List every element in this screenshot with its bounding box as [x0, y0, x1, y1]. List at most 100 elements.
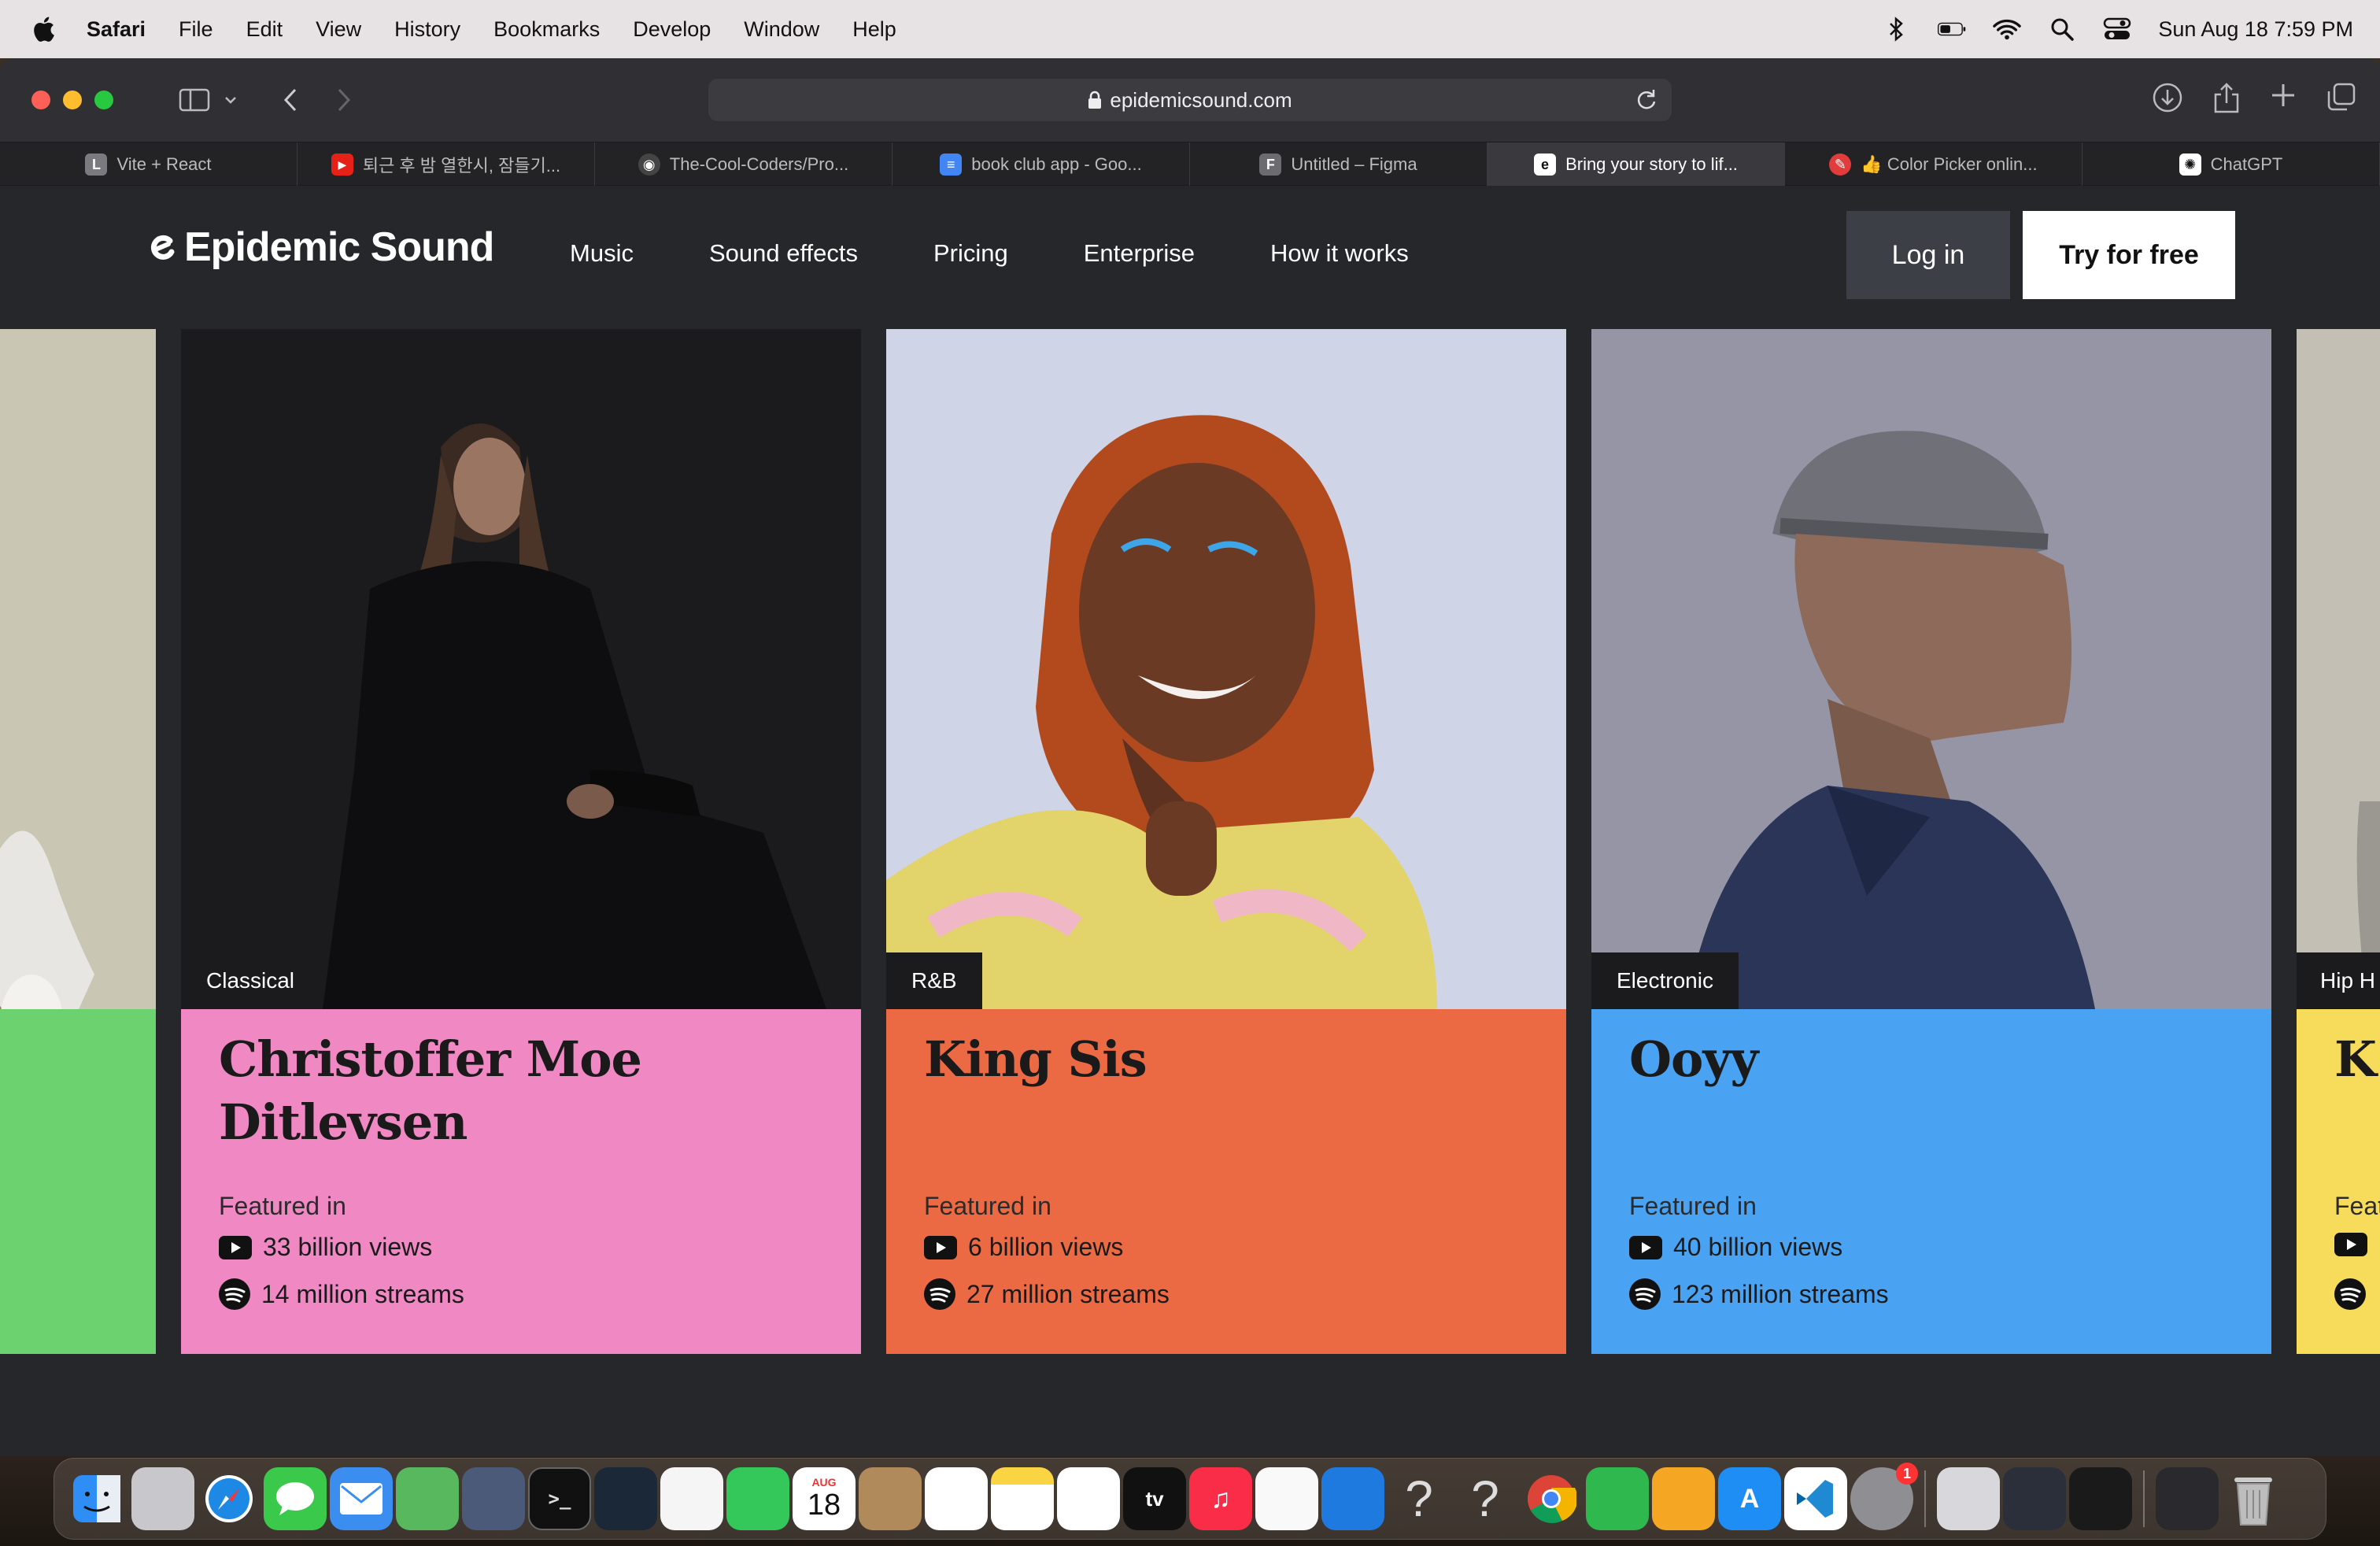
apple-menu-icon[interactable] — [31, 15, 55, 43]
music-icon[interactable]: ♫ — [1189, 1467, 1252, 1530]
artist-card[interactable]: Classical Christoffer Moe Ditlevsen Feat… — [181, 329, 861, 1354]
site-logo[interactable]: Epidemic Sound — [146, 224, 494, 271]
launchpad-icon[interactable] — [131, 1467, 194, 1530]
menu-bookmarks[interactable]: Bookmarks — [493, 17, 600, 42]
menu-clock[interactable]: Sun Aug 18 7:59 PM — [2158, 17, 2353, 42]
genre-tag[interactable]: Hip H — [2297, 952, 2380, 1009]
downloads-icon[interactable] — [2152, 82, 2183, 117]
artist-card-partial-left[interactable] — [0, 329, 156, 1354]
safari-icon[interactable] — [198, 1467, 261, 1530]
address-bar[interactable]: epidemicsound.com — [708, 79, 1672, 121]
tab-chatgpt[interactable]: ✺ ChatGPT — [2082, 142, 2380, 187]
terminal-icon[interactable]: >_ — [528, 1467, 591, 1530]
news-icon[interactable] — [1255, 1467, 1318, 1530]
unknown-app-icon-2[interactable]: ? — [1454, 1467, 1517, 1530]
finder-icon[interactable] — [65, 1467, 128, 1530]
menu-app-name[interactable]: Safari — [87, 17, 146, 42]
artist-name[interactable]: Christoffer Moe Ditlevsen — [219, 1028, 833, 1154]
tab-google-docs[interactable]: ≡ book club app - Goo... — [893, 142, 1190, 187]
artist-name[interactable]: Ooyy — [1629, 1028, 2243, 1091]
tv-icon[interactable]: tv — [1123, 1467, 1186, 1530]
steam-icon[interactable] — [594, 1467, 657, 1530]
reload-icon[interactable] — [1632, 86, 1659, 113]
freeform-icon[interactable] — [1057, 1467, 1120, 1530]
unknown-app-icon[interactable]: ? — [1388, 1467, 1451, 1530]
tab-color-picker[interactable]: ✎ 👍 Color Picker onlin... — [1785, 142, 2082, 187]
forward-icon[interactable] — [326, 82, 362, 118]
chevron-down-icon[interactable] — [213, 82, 249, 118]
calendar-icon[interactable]: AUG 18 — [793, 1467, 856, 1530]
robot-app-icon[interactable] — [462, 1467, 525, 1530]
logo-text: Epidemic Sound — [184, 224, 494, 270]
back-icon[interactable] — [272, 82, 309, 118]
minimize-window-button[interactable] — [63, 91, 82, 109]
nav-enterprise[interactable]: Enterprise — [1084, 239, 1195, 268]
views-count: 40 billion views — [1673, 1233, 1843, 1261]
control-center-icon[interactable] — [2103, 15, 2131, 43]
youtube-icon — [219, 1235, 252, 1259]
menu-help[interactable]: Help — [852, 17, 896, 42]
artist-photo — [886, 329, 1566, 1009]
contacts-icon[interactable] — [859, 1467, 922, 1530]
vscode-icon[interactable] — [1784, 1467, 1847, 1530]
preview-icon[interactable] — [1937, 1467, 2000, 1530]
nav-how-it-works[interactable]: How it works — [1270, 239, 1409, 268]
tab-vite-react[interactable]: L Vite + React — [0, 142, 298, 187]
spotlight-search-icon[interactable] — [2048, 15, 2076, 43]
genre-tag[interactable]: R&B — [886, 952, 982, 1009]
sidebar-toggle-icon[interactable] — [176, 82, 213, 118]
artist-photo — [0, 329, 156, 1009]
share-icon[interactable] — [2213, 82, 2240, 117]
close-window-button[interactable] — [31, 91, 50, 109]
menu-history[interactable]: History — [394, 17, 460, 42]
artist-card-partial-right[interactable]: Hip H K Feat — [2297, 329, 2380, 1354]
wifi-icon[interactable] — [1993, 15, 2022, 43]
tab-github[interactable]: ◉ The-Cool-Coders/Pro... — [595, 142, 893, 187]
mail-icon[interactable] — [330, 1467, 393, 1530]
try-for-free-button[interactable]: Try for free — [2023, 211, 2235, 299]
tab-label: ChatGPT — [2210, 154, 2283, 174]
window-controls — [31, 91, 113, 109]
app-store-icon[interactable]: A — [1718, 1467, 1781, 1530]
notes-icon[interactable] — [991, 1467, 1054, 1530]
menu-develop[interactable]: Develop — [633, 17, 711, 42]
voice-memos-icon[interactable] — [2069, 1467, 2132, 1530]
new-tab-icon[interactable] — [2270, 82, 2297, 117]
tab-figma[interactable]: F Untitled – Figma — [1190, 142, 1488, 187]
menu-window[interactable]: Window — [744, 17, 819, 42]
numbers-icon[interactable] — [1586, 1467, 1649, 1530]
tab-epidemic-sound[interactable]: e Bring your story to lif... — [1488, 142, 1785, 187]
artist-card[interactable]: R&B King Sis Featured in 6 billion views… — [886, 329, 1566, 1354]
trash-icon[interactable] — [2222, 1467, 2285, 1530]
pages-icon[interactable] — [1652, 1467, 1715, 1530]
artist-card[interactable]: Electronic Ooyy Featured in 40 billion v… — [1591, 329, 2271, 1354]
nav-pricing[interactable]: Pricing — [933, 239, 1008, 268]
nav-sound-effects[interactable]: Sound effects — [709, 239, 858, 268]
photos-icon[interactable] — [660, 1467, 723, 1530]
menu-edit[interactable]: Edit — [246, 17, 283, 42]
system-settings-icon[interactable]: 1 — [1850, 1463, 1918, 1530]
facetime-icon[interactable] — [726, 1467, 789, 1530]
menu-view[interactable]: View — [316, 17, 361, 42]
menu-file[interactable]: File — [179, 17, 213, 42]
messages-icon[interactable] — [264, 1467, 327, 1530]
tab-youtube[interactable]: ▶ 퇴근 후 밤 열한시, 잠들기... — [298, 142, 595, 187]
maps-icon[interactable] — [396, 1467, 459, 1530]
genre-tag[interactable]: Classical — [181, 952, 320, 1009]
artist-name[interactable]: King Sis — [924, 1028, 1538, 1091]
zoom-window-button[interactable] — [94, 91, 113, 109]
tab-overview-icon[interactable] — [2326, 82, 2356, 117]
davinci-icon[interactable] — [2003, 1467, 2066, 1530]
streams-count: 27 million streams — [966, 1279, 1170, 1308]
youtube-stat — [2334, 1233, 2367, 1256]
chrome-icon[interactable] — [1520, 1467, 1583, 1530]
reminders-icon[interactable] — [925, 1467, 988, 1530]
screen-app-icon[interactable] — [2156, 1467, 2219, 1530]
keynote-icon[interactable] — [1321, 1467, 1384, 1530]
bluetooth-icon[interactable] — [1883, 15, 1911, 43]
login-button[interactable]: Log in — [1846, 211, 2010, 299]
battery-icon[interactable] — [1938, 15, 1966, 43]
genre-tag[interactable]: Electronic — [1591, 952, 1739, 1009]
artist-name[interactable]: K — [2334, 1028, 2380, 1091]
nav-music[interactable]: Music — [570, 239, 634, 268]
